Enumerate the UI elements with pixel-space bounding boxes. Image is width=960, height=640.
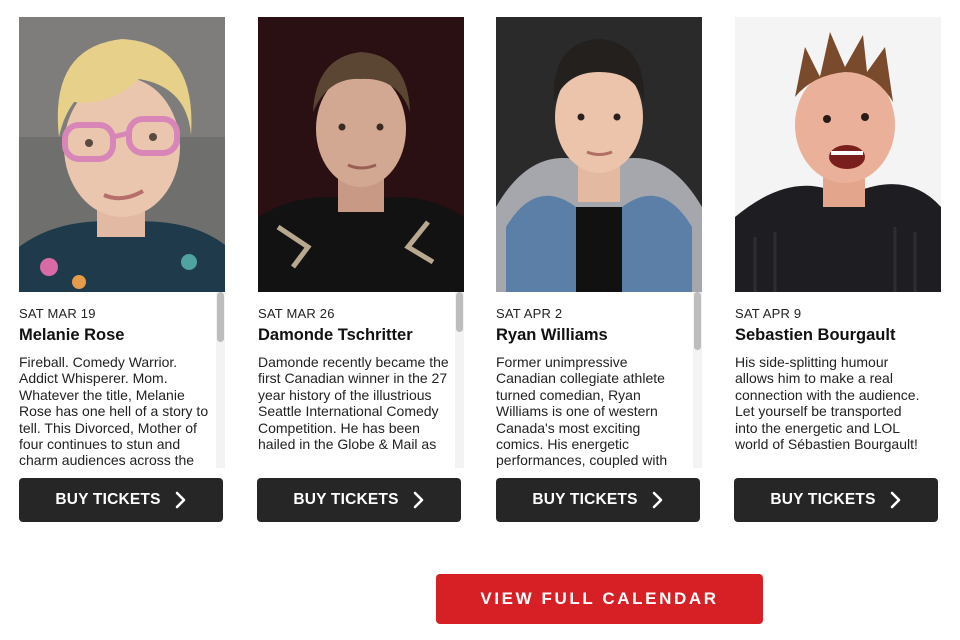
performer-info[interactable]: SAT MAR 19 Melanie Rose Fireball. Comedy… bbox=[19, 292, 225, 468]
buy-tickets-label: BUY TICKETS bbox=[293, 491, 399, 508]
buy-tickets-button[interactable]: BUY TICKETS bbox=[734, 478, 938, 522]
performer-name: Melanie Rose bbox=[19, 326, 125, 344]
event-date: SAT APR 2 bbox=[496, 306, 563, 321]
view-full-calendar-label: VIEW FULL CALENDAR bbox=[480, 589, 719, 608]
performer-info[interactable]: SAT APR 2 Ryan Williams Former unimpress… bbox=[496, 292, 702, 468]
performer-card: SAT MAR 26 Damonde Tschritter Damonde re… bbox=[258, 17, 464, 468]
scrollbar-thumb[interactable] bbox=[694, 292, 701, 350]
event-date: SAT APR 9 bbox=[735, 306, 802, 321]
performer-name: Damonde Tschritter bbox=[258, 326, 413, 344]
performer-photo[interactable] bbox=[19, 17, 225, 292]
performer-photo[interactable] bbox=[258, 17, 464, 292]
performer-description: Former unimpressive Canadian collegiate … bbox=[496, 354, 668, 468]
chevron-right-icon bbox=[890, 491, 902, 509]
performer-info[interactable]: SAT MAR 26 Damonde Tschritter Damonde re… bbox=[258, 292, 464, 468]
performer-photo[interactable] bbox=[735, 17, 941, 292]
event-date: SAT MAR 19 bbox=[19, 306, 96, 321]
performer-info[interactable]: SAT APR 9 Sebastien Bourgault His side-s… bbox=[735, 292, 941, 468]
performer-card: SAT APR 9 Sebastien Bourgault His side-s… bbox=[735, 17, 941, 468]
performer-description: Fireball. Comedy Warrior. Addict Whisper… bbox=[19, 354, 209, 468]
performer-card: SAT APR 2 Ryan Williams Former unimpress… bbox=[496, 17, 702, 468]
performer-card: SAT MAR 19 Melanie Rose Fireball. Comedy… bbox=[19, 17, 225, 468]
buy-tickets-button[interactable]: BUY TICKETS bbox=[257, 478, 461, 522]
description-scrollbar[interactable] bbox=[455, 292, 464, 468]
buy-tickets-button[interactable]: BUY TICKETS bbox=[19, 478, 223, 522]
performer-name: Sebastien Bourgault bbox=[735, 326, 896, 344]
buy-tickets-label: BUY TICKETS bbox=[532, 491, 638, 508]
chevron-right-icon bbox=[652, 491, 664, 509]
buy-tickets-button[interactable]: BUY TICKETS bbox=[496, 478, 700, 522]
buy-tickets-label: BUY TICKETS bbox=[770, 491, 876, 508]
chevron-right-icon bbox=[175, 491, 187, 509]
buy-tickets-label: BUY TICKETS bbox=[55, 491, 161, 508]
scrollbar-thumb[interactable] bbox=[456, 292, 463, 332]
scrollbar-thumb[interactable] bbox=[217, 292, 224, 342]
description-scrollbar[interactable] bbox=[693, 292, 702, 468]
event-date: SAT MAR 26 bbox=[258, 306, 335, 321]
performer-description: His side-splitting humour allows him to … bbox=[735, 354, 920, 453]
view-full-calendar-button[interactable]: VIEW FULL CALENDAR bbox=[436, 574, 763, 624]
performer-description: Damonde recently became the first Canadi… bbox=[258, 354, 449, 453]
chevron-right-icon bbox=[413, 491, 425, 509]
performer-photo[interactable] bbox=[496, 17, 702, 292]
description-scrollbar[interactable] bbox=[216, 292, 225, 468]
performer-name: Ryan Williams bbox=[496, 326, 608, 344]
